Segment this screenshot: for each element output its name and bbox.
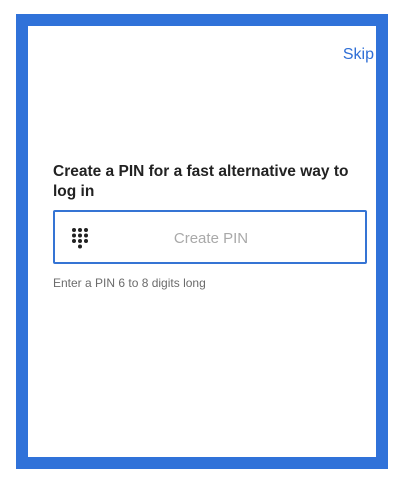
pin-hint: Enter a PIN 6 to 8 digits long [53, 276, 206, 290]
pin-input[interactable] [103, 224, 319, 252]
pin-field[interactable] [53, 210, 367, 264]
keypad-icon [72, 228, 88, 249]
skip-button[interactable]: Skip [343, 46, 374, 64]
app-frame: Skip Create a PIN for a fast alternative… [16, 14, 388, 469]
page-title: Create a PIN for a fast alternative way … [53, 163, 349, 200]
